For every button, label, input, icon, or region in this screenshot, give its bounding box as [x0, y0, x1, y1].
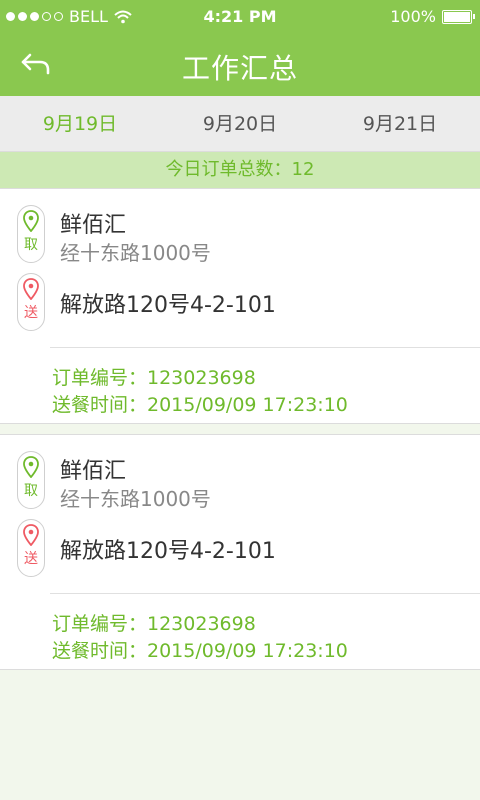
pickup-badge: 取: [17, 451, 45, 509]
location-pin-icon: [23, 456, 39, 478]
pickup-name: 鲜佰汇: [60, 213, 127, 238]
status-right: 100%: [390, 7, 475, 26]
deliver-badge: 送: [17, 519, 45, 577]
battery-icon: [442, 9, 475, 24]
battery-percent: 100%: [390, 7, 436, 26]
divider: [50, 593, 480, 594]
deliver-label: 送: [24, 551, 38, 567]
order-number: 订单编号：123023698: [52, 613, 256, 635]
status-bar: BELL 4:21 PM 100%: [0, 0, 480, 34]
location-pin-icon: [23, 524, 39, 546]
divider: [50, 347, 480, 348]
order-card[interactable]: 取 鲜佰汇 经十东路1000号 送 解放路120号4-2-101 订单编号：12…: [0, 434, 480, 670]
date-tabs: 9月19日 9月20日 9月21日: [0, 96, 480, 152]
nav-bar: 工作汇总: [0, 34, 480, 96]
deliver-address: 解放路120号4-2-101: [60, 539, 276, 564]
location-pin-icon: [23, 210, 39, 232]
order-card[interactable]: 取 鲜佰汇 经十东路1000号 送 解放路120号4-2-101 订单编号：12…: [0, 188, 480, 424]
order-number: 订单编号：123023698: [52, 367, 256, 389]
pickup-badge: 取: [17, 205, 45, 263]
pickup-address: 经十东路1000号: [60, 241, 211, 265]
location-pin-icon: [23, 278, 39, 300]
order-count-summary: 今日订单总数：12: [0, 152, 480, 188]
pickup-address: 经十东路1000号: [60, 487, 211, 511]
pickup-label: 取: [24, 483, 38, 499]
deliver-address: 解放路120号4-2-101: [60, 293, 276, 318]
deliver-label: 送: [24, 305, 38, 321]
pickup-label: 取: [24, 237, 38, 253]
pickup-name: 鲜佰汇: [60, 459, 127, 484]
delivery-time: 送餐时间：2015/09/09 17:23:10: [52, 394, 348, 416]
delivery-time: 送餐时间：2015/09/09 17:23:10: [52, 640, 348, 662]
tab-date-1[interactable]: 9月19日: [0, 96, 160, 151]
tab-date-3[interactable]: 9月21日: [320, 96, 480, 151]
deliver-badge: 送: [17, 273, 45, 331]
tab-date-2[interactable]: 9月20日: [160, 96, 320, 151]
page-title: 工作汇总: [181, 52, 298, 85]
